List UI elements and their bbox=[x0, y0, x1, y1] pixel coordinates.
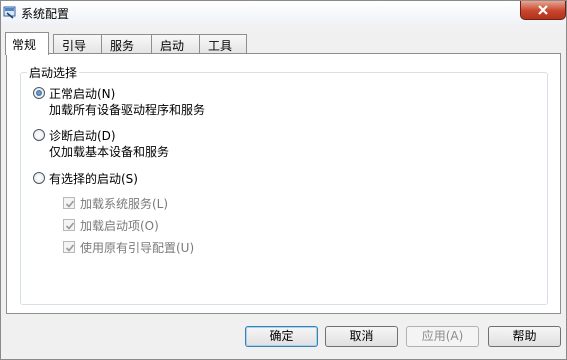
tab-startup[interactable]: 启动 bbox=[151, 34, 200, 54]
tab-label: 常规 bbox=[12, 38, 37, 52]
diagnostic-startup-description: 仅加载基本设备和服务 bbox=[49, 145, 170, 159]
cancel-button[interactable]: 取消 bbox=[325, 326, 398, 347]
general-tab-panel: 启动选择 正常启动(N) 加载所有设备驱动程序和服务 诊断启动(D) 仅加载基本… bbox=[6, 53, 561, 314]
tab-services[interactable]: 服务 bbox=[101, 34, 152, 54]
tab-boot[interactable]: 引导 bbox=[53, 34, 102, 54]
ok-button[interactable]: 确定 bbox=[245, 326, 318, 347]
tab-label: 工具 bbox=[208, 39, 233, 53]
tab-label: 引导 bbox=[62, 39, 87, 53]
checkmark-icon bbox=[65, 200, 75, 208]
use-original-boot-config-checkbox bbox=[63, 241, 75, 253]
group-title: 启动选择 bbox=[27, 64, 80, 81]
msconfig-icon bbox=[3, 5, 17, 19]
startup-selection-group: 启动选择 正常启动(N) 加载所有设备驱动程序和服务 诊断启动(D) 仅加载基本… bbox=[20, 64, 548, 305]
title-bar[interactable]: 系统配置 bbox=[1, 1, 566, 25]
close-button[interactable] bbox=[520, 1, 566, 20]
load-system-services-checkbox bbox=[63, 197, 75, 209]
diagnostic-startup-radio[interactable] bbox=[33, 129, 45, 141]
tab-general[interactable]: 常规 bbox=[5, 32, 49, 55]
diagnostic-startup-label[interactable]: 诊断启动(D) bbox=[49, 127, 116, 144]
tab-label: 启动 bbox=[160, 39, 185, 53]
load-startup-items-checkbox bbox=[63, 219, 75, 231]
checkmark-icon bbox=[65, 244, 75, 252]
apply-button[interactable]: 应用(A) bbox=[406, 326, 479, 347]
close-icon bbox=[537, 5, 549, 15]
checkmark-icon bbox=[65, 222, 75, 230]
load-startup-items-label: 加载启动项(O) bbox=[80, 219, 159, 233]
use-original-boot-config-label: 使用原有引导配置(U) bbox=[80, 241, 195, 255]
selective-startup-radio[interactable] bbox=[33, 172, 45, 184]
normal-startup-label[interactable]: 正常启动(N) bbox=[49, 85, 115, 102]
load-system-services-label: 加载系统服务(L) bbox=[80, 197, 169, 211]
help-button[interactable]: 帮助 bbox=[488, 326, 561, 347]
tab-tools[interactable]: 工具 bbox=[199, 34, 247, 54]
selective-startup-label[interactable]: 有选择的启动(S) bbox=[49, 170, 138, 187]
normal-startup-radio[interactable] bbox=[33, 87, 45, 99]
window-title: 系统配置 bbox=[21, 7, 70, 21]
tab-strip: 常规 引导 服务 启动 工具 bbox=[5, 32, 565, 55]
tab-label: 服务 bbox=[110, 39, 135, 53]
normal-startup-description: 加载所有设备驱动程序和服务 bbox=[49, 103, 206, 117]
system-config-window: 系统配置 常规 引导 服务 启动 工具 启动选择 正常启动(N) 加载所有设备驱… bbox=[0, 0, 567, 360]
